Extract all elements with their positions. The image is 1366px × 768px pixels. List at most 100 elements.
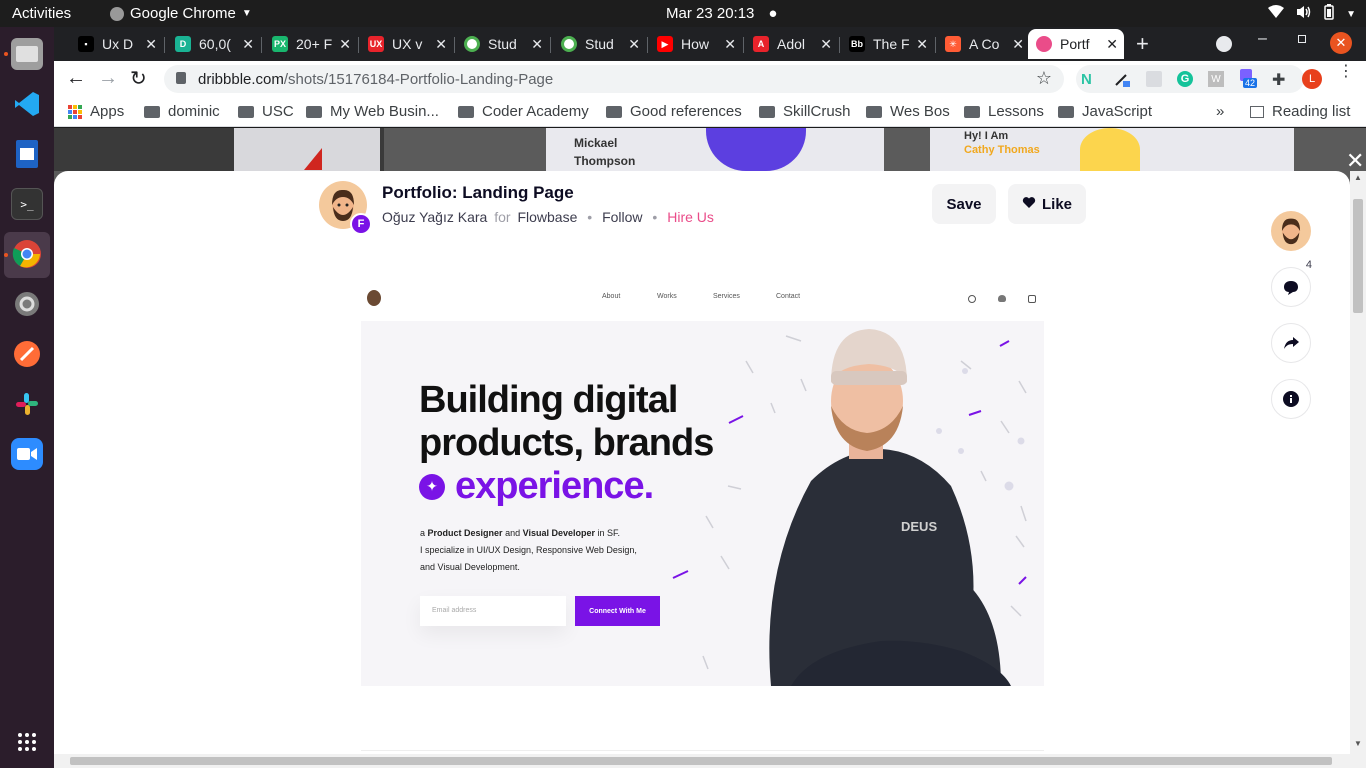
- browser-tab[interactable]: Bb The F ✕: [841, 29, 934, 59]
- tab-close-icon[interactable]: ✕: [145, 36, 157, 53]
- comments-button[interactable]: 4: [1271, 258, 1316, 307]
- shot-meta: Oğuz Yağız Kara for Flowbase • Follow • …: [382, 209, 714, 225]
- tab-search-icon[interactable]: [1216, 36, 1232, 52]
- power-menu-icon: ▼: [1346, 8, 1356, 20]
- vertical-scrollbar[interactable]: ▲ ▼: [1350, 171, 1366, 754]
- bookmark-folder[interactable]: Lessons: [964, 103, 1044, 120]
- tab-close-icon[interactable]: ✕: [242, 36, 254, 53]
- hire-us-link[interactable]: Hire Us: [667, 209, 714, 225]
- app-menu[interactable]: Google Chrome ▼: [110, 5, 252, 22]
- folder-icon: [759, 105, 775, 118]
- bookmark-folder[interactable]: Good references: [606, 103, 742, 120]
- browser-tab[interactable]: A Adol ✕: [745, 29, 838, 59]
- files-icon[interactable]: [11, 38, 43, 70]
- zoom-icon[interactable]: [11, 438, 43, 470]
- extension-n-icon[interactable]: N: [1081, 71, 1092, 88]
- like-button[interactable]: Like: [1008, 184, 1086, 224]
- scroll-down-arrow[interactable]: ▼: [1354, 739, 1362, 748]
- bookmark-folder[interactable]: dominic: [144, 103, 220, 120]
- browser-tab[interactable]: Stud ✕: [553, 29, 646, 59]
- tab-close-icon[interactable]: ✕: [724, 36, 736, 53]
- notification-dot-icon: ●: [768, 5, 778, 22]
- horizontal-scrollbar[interactable]: [54, 754, 1366, 768]
- tab-favicon-icon: [561, 36, 577, 52]
- tab-close-icon[interactable]: ✕: [820, 36, 832, 53]
- postman-icon[interactable]: [11, 338, 43, 370]
- bookmark-folder[interactable]: Wes Bos: [866, 103, 950, 120]
- bookmark-folder[interactable]: USC: [238, 103, 294, 120]
- bookmark-apps[interactable]: Apps: [68, 103, 124, 120]
- browser-tab[interactable]: Portf ✕: [1028, 29, 1124, 59]
- reading-list-button[interactable]: Reading list: [1250, 103, 1350, 120]
- bookmarks-overflow-button[interactable]: »: [1216, 103, 1224, 120]
- bookmark-folder-label: Wes Bos: [890, 103, 950, 120]
- tab-close-icon[interactable]: ✕: [339, 36, 351, 53]
- browser-tab[interactable]: ▪ Ux D ✕: [70, 29, 163, 59]
- system-tray[interactable]: ▼: [1268, 4, 1356, 24]
- folder-icon: [1058, 105, 1074, 118]
- headline-line2: products, brands: [419, 422, 714, 464]
- info-button[interactable]: [1271, 379, 1311, 419]
- browser-tab[interactable]: ▶ How ✕: [649, 29, 742, 59]
- bookmark-star-icon[interactable]: ☆: [1036, 68, 1052, 89]
- designer-avatar-small[interactable]: [1271, 211, 1311, 251]
- forward-button[interactable]: →: [98, 67, 118, 90]
- bookmark-folder-label: Coder Academy: [482, 103, 589, 120]
- chrome-menu-icon[interactable]: ⋮: [1338, 64, 1354, 80]
- profile-avatar[interactable]: L: [1302, 69, 1322, 89]
- bookmark-folder[interactable]: My Web Busin...: [306, 103, 439, 120]
- address-bar[interactable]: dribbble.com/shots/15176184-Portfolio-La…: [164, 65, 1064, 93]
- browser-tab[interactable]: Stud ✕: [456, 29, 549, 59]
- tab-title: Ux D: [102, 36, 134, 52]
- tab-close-icon[interactable]: ✕: [531, 36, 543, 53]
- scroll-thumb[interactable]: [1353, 199, 1363, 313]
- folder-icon: [144, 105, 160, 118]
- extension-badge-icon[interactable]: 42: [1240, 69, 1258, 88]
- share-button[interactable]: [1271, 323, 1311, 363]
- maximize-button[interactable]: [1298, 35, 1306, 43]
- bookmark-folder[interactable]: JavaScript: [1058, 103, 1152, 120]
- save-button[interactable]: Save: [932, 184, 996, 224]
- tab-close-icon[interactable]: ✕: [435, 36, 447, 53]
- close-window-button[interactable]: ✕: [1330, 32, 1352, 54]
- author-link[interactable]: Oğuz Yağız Kara: [382, 209, 487, 225]
- extension-grid-icon[interactable]: [1146, 71, 1162, 87]
- subtext-line3: and Visual Development.: [420, 562, 520, 572]
- tab-close-icon[interactable]: ✕: [1012, 36, 1024, 53]
- heart-icon: [1022, 196, 1036, 213]
- team-link[interactable]: Flowbase: [517, 209, 577, 225]
- browser-tab[interactable]: D 60,0(✕: [167, 29, 260, 59]
- tab-close-icon[interactable]: ✕: [1106, 36, 1118, 53]
- clock[interactable]: Mar 23 20:13 ●: [666, 5, 777, 22]
- shot-image[interactable]: About Works Services Contact DEUS Buildi…: [361, 276, 1044, 686]
- vscode-icon[interactable]: [11, 88, 43, 120]
- tab-close-icon[interactable]: ✕: [628, 36, 640, 53]
- browser-tab[interactable]: ✳ A Co ✕: [937, 29, 1030, 59]
- new-tab-button[interactable]: +: [1136, 31, 1149, 57]
- minimize-button[interactable]: –: [1258, 30, 1267, 48]
- activities-button[interactable]: Activities: [12, 5, 71, 22]
- tab-favicon-icon: [1036, 36, 1052, 52]
- tab-close-icon[interactable]: ✕: [916, 36, 928, 53]
- browser-tab[interactable]: UX UX v ✕: [360, 29, 453, 59]
- back-button[interactable]: ←: [66, 67, 86, 90]
- scroll-thumb[interactable]: [70, 757, 1332, 765]
- show-apps-icon[interactable]: [11, 726, 43, 758]
- settings-icon[interactable]: [11, 288, 43, 320]
- extension-w-icon[interactable]: W: [1208, 71, 1224, 87]
- design-nav-link: Services: [713, 293, 740, 300]
- slack-icon[interactable]: [11, 388, 43, 420]
- follow-link[interactable]: Follow: [602, 209, 642, 225]
- browser-tab[interactable]: PX 20+ F ✕: [264, 29, 357, 59]
- bookmark-folder[interactable]: SkillCrush: [759, 103, 851, 120]
- reload-button[interactable]: ↻: [130, 66, 147, 91]
- grammarly-icon[interactable]: G: [1177, 71, 1193, 87]
- extensions-puzzle-icon[interactable]: ✚: [1272, 70, 1285, 90]
- scroll-up-arrow[interactable]: ▲: [1354, 173, 1362, 182]
- chrome-icon[interactable]: [11, 238, 43, 270]
- extension-picker-icon[interactable]: [1114, 71, 1130, 87]
- twitter-icon: [998, 295, 1006, 302]
- bookmark-folder[interactable]: Coder Academy: [458, 103, 589, 120]
- text-editor-icon[interactable]: [11, 138, 43, 170]
- terminal-icon[interactable]: >_: [11, 188, 43, 220]
